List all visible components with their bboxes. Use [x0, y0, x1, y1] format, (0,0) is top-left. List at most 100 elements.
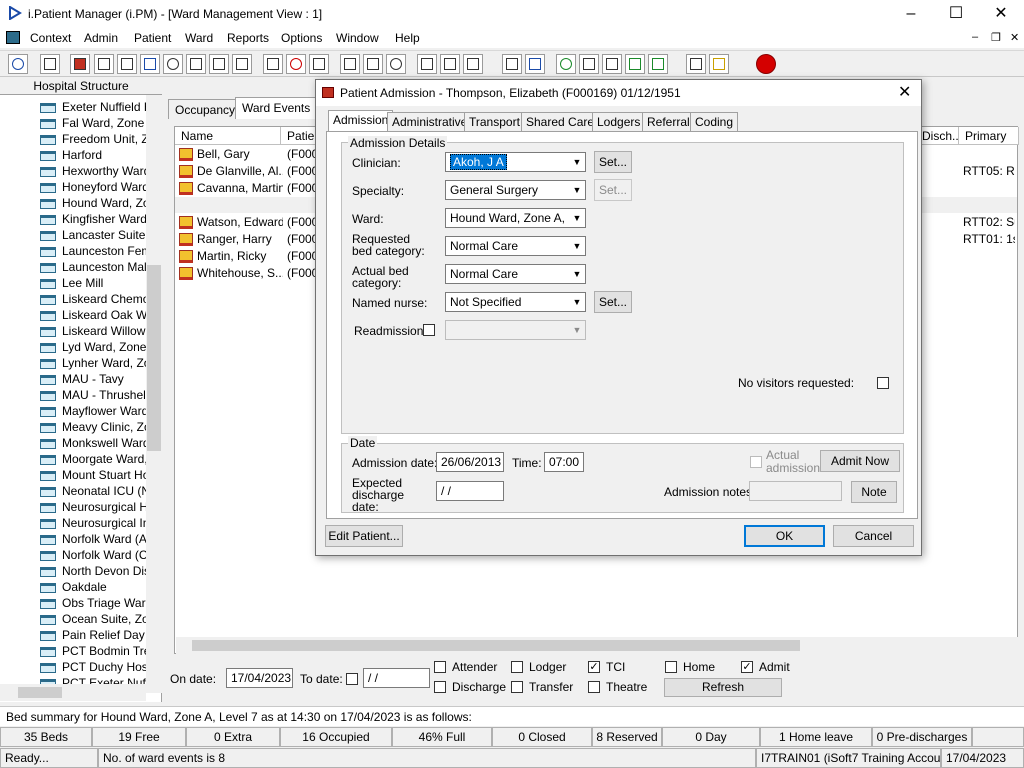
to-date-checkbox[interactable]	[346, 673, 358, 685]
toolbar-print-icon[interactable]	[40, 54, 60, 74]
chevron-down-icon[interactable]: ▼	[569, 265, 585, 283]
transfer-checkbox[interactable]	[511, 681, 523, 693]
toolbar-m-icon[interactable]	[140, 54, 160, 74]
specialty-dropdown[interactable]: General Surgery ▼	[445, 180, 586, 200]
chevron-down-icon[interactable]: ▼	[569, 293, 585, 311]
toolbar-person-icon[interactable]	[163, 54, 183, 74]
named-nurse-set-button[interactable]: Set...	[594, 291, 632, 313]
tree-horizontal-scrollbar[interactable]	[0, 684, 146, 701]
admit-checkbox[interactable]: ✓	[741, 661, 753, 673]
tree-item[interactable]: Honeyford Ward,	[40, 179, 146, 195]
admit-now-button[interactable]: Admit Now	[820, 450, 900, 472]
tree-item[interactable]: Norfolk Ward (Ad	[40, 531, 146, 547]
toolbar-window-icon[interactable]	[363, 54, 383, 74]
tree-item[interactable]: Lee Mill	[40, 275, 146, 291]
tree-hscroll-thumb[interactable]	[18, 687, 62, 698]
tree-item[interactable]: MAU - Thrushel	[40, 387, 146, 403]
toolbar-scan-icon[interactable]	[117, 54, 137, 74]
tree-item[interactable]: Moorgate Ward, Z	[40, 451, 146, 467]
expected-discharge-field[interactable]: / /	[436, 481, 504, 501]
toolbar-swap-icon[interactable]	[686, 54, 706, 74]
tree-item[interactable]: Harford	[40, 147, 146, 163]
clinician-set-button[interactable]: Set...	[594, 151, 632, 173]
tree-item[interactable]: Ocean Suite, Zon	[40, 611, 146, 627]
readmission-checkbox[interactable]	[423, 324, 435, 336]
requested-bed-dropdown[interactable]: Normal Care ▼	[445, 236, 586, 256]
edit-patient-button[interactable]: Edit Patient...	[325, 525, 403, 547]
tab-ward-events[interactable]: Ward Events	[235, 97, 318, 119]
toolbar-notes-icon[interactable]	[186, 54, 206, 74]
tree-item[interactable]: Lyd Ward, Zone B	[40, 339, 146, 355]
toolbar-arrow-icon[interactable]	[625, 54, 645, 74]
close-window-button[interactable]: ✕	[978, 0, 1024, 28]
toolbar-user-icon[interactable]	[8, 54, 28, 74]
toolbar-chart-icon[interactable]	[525, 54, 545, 74]
dialog-tab-admission[interactable]: Admission	[328, 110, 394, 132]
tree-item[interactable]: Norfolk Ward (Co	[40, 547, 146, 563]
tree-item[interactable]: Liskeard Chemo D	[40, 291, 146, 307]
tree-item[interactable]: Launceston Female	[40, 243, 146, 259]
tree-item[interactable]: PCT Duchy Hosp	[40, 659, 146, 675]
tci-checkbox[interactable]: ✓	[588, 661, 600, 673]
menu-admin[interactable]: Admin	[84, 31, 118, 45]
toolbar-bed2-icon[interactable]	[232, 54, 252, 74]
menu-patient[interactable]: Patient	[134, 31, 171, 45]
tree-item[interactable]: Hexworthy Ward,	[40, 163, 146, 179]
toolbar-warning-icon[interactable]	[709, 54, 729, 74]
dialog-tab-lodgers[interactable]: Lodgers	[592, 112, 646, 131]
toolbar-globe-icon[interactable]	[556, 54, 576, 74]
col-primary-diag[interactable]: Primary Dia	[959, 127, 1019, 145]
toolbar-transfer-icon[interactable]	[440, 54, 460, 74]
lodger-checkbox[interactable]	[511, 661, 523, 673]
tree-item[interactable]: North Devon Dist	[40, 563, 146, 579]
mdi-minimize-button[interactable]: –	[972, 31, 978, 43]
col-discharge[interactable]: Disch...	[916, 127, 959, 145]
chevron-down-icon[interactable]: ▼	[569, 209, 585, 227]
dialog-close-icon[interactable]: ✕	[898, 82, 911, 102]
menu-options[interactable]: Options	[281, 31, 322, 45]
menu-ward[interactable]: Ward	[185, 31, 213, 45]
dialog-tab-referral[interactable]: Referral	[642, 112, 695, 131]
attender-checkbox[interactable]	[434, 661, 446, 673]
tree-item[interactable]: Mayflower Ward,	[40, 403, 146, 419]
tree-item[interactable]: MAU - Tavy	[40, 371, 146, 387]
discharge-checkbox[interactable]	[434, 681, 446, 693]
refresh-button[interactable]: Refresh	[664, 678, 782, 697]
toolbar-check2-icon[interactable]	[602, 54, 622, 74]
toolbar-search-icon[interactable]	[263, 54, 283, 74]
tree-item[interactable]: Oakdale	[40, 579, 146, 595]
toolbar-form-icon[interactable]	[94, 54, 114, 74]
minimize-button[interactable]: –	[888, 0, 934, 28]
ward-dropdown[interactable]: Hound Ward, Zone A, Le ▼	[445, 208, 586, 228]
tree-item[interactable]: Kingfisher Ward	[40, 211, 146, 227]
no-visitors-checkbox[interactable]	[877, 377, 889, 389]
dialog-tab-shared-care[interactable]: Shared Care	[521, 112, 600, 131]
menu-help[interactable]: Help	[395, 31, 420, 45]
to-date-field[interactable]: / /	[363, 668, 430, 688]
tree-item[interactable]: Hound Ward, Zone	[40, 195, 146, 211]
tree-item[interactable]: Obs Triage Ward	[40, 595, 146, 611]
menu-window[interactable]: Window	[336, 31, 379, 45]
clinician-dropdown[interactable]: Akoh, J A ▼	[445, 152, 586, 172]
col-name[interactable]: Name	[175, 127, 281, 145]
toolbar-check-icon[interactable]	[579, 54, 599, 74]
time-field[interactable]: 07:00	[544, 452, 584, 472]
note-button[interactable]: Note	[851, 481, 897, 503]
tree-item[interactable]: Fal Ward, Zone B	[40, 115, 146, 131]
tree-vertical-scrollbar[interactable]	[146, 95, 162, 693]
chevron-down-icon[interactable]: ▼	[569, 153, 585, 171]
toolbar-list-icon[interactable]	[417, 54, 437, 74]
tree-item[interactable]: Liskeard Willow W	[40, 323, 146, 339]
ok-button[interactable]: OK	[744, 525, 825, 547]
toolbar-monitor-icon[interactable]	[309, 54, 329, 74]
tree-item[interactable]: Neurosurgical Hig	[40, 499, 146, 515]
toolbar-admit-icon[interactable]	[463, 54, 483, 74]
maximize-button[interactable]: ☐	[933, 0, 979, 28]
toolbar-compass-icon[interactable]	[386, 54, 406, 74]
cancel-button[interactable]: Cancel	[833, 525, 914, 547]
admission-date-field[interactable]: 26/06/2013	[436, 452, 504, 472]
chevron-down-icon[interactable]: ▼	[569, 237, 585, 255]
mdi-close-button[interactable]: ✕	[1010, 31, 1019, 44]
mdi-system-icon[interactable]	[6, 31, 20, 44]
toolbar-bed-icon[interactable]	[209, 54, 229, 74]
